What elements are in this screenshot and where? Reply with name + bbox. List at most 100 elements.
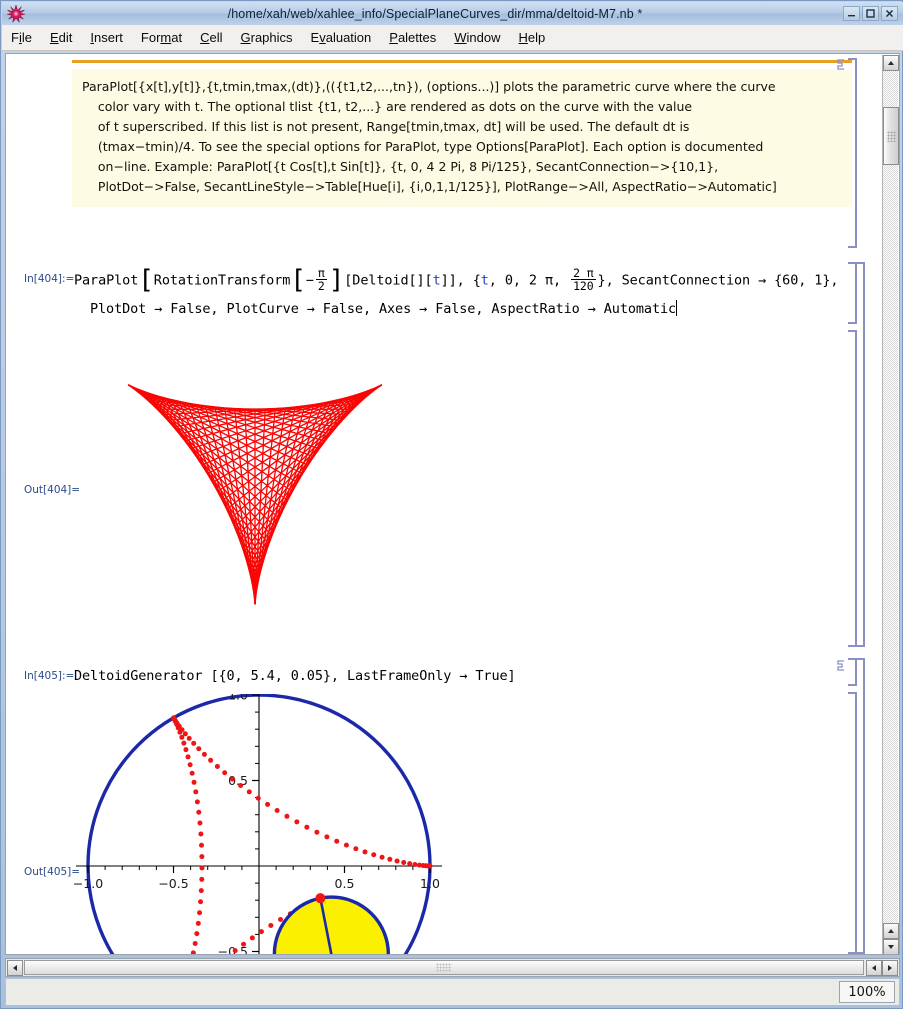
usage-cell-text: ParaPlot[{x[t],y[t]},{t,tmin,tmax,(dt)},… — [82, 79, 777, 194]
cell-bracket-405-marker — [837, 658, 845, 671]
menu-insert[interactable]: Insert — [81, 27, 132, 48]
cell-bracket-group-404[interactable] — [856, 262, 865, 647]
status-bar: 100% — [5, 979, 900, 1006]
svg-text:1.0: 1.0 — [228, 694, 248, 703]
input-cell-405[interactable]: DeltoidGenerator [{0, 5.4, 0.05}, LastFr… — [74, 666, 516, 686]
scroll-down-button[interactable] — [883, 939, 899, 954]
cell-bracket-in-404[interactable] — [848, 262, 857, 324]
scrollbar-grip-icon — [886, 130, 896, 142]
menu-format-acc: m — [160, 30, 172, 45]
menu-help-post: elp — [527, 30, 546, 45]
code-var-t-2: t — [480, 272, 489, 289]
svg-text:−1.0: −1.0 — [74, 876, 103, 891]
menu-file-post: le — [21, 30, 32, 45]
deltoid-envelope-graphic[interactable] — [70, 332, 440, 647]
close-bracket-2: ] — [328, 264, 345, 295]
scroll-up-button[interactable] — [883, 55, 899, 71]
menu-cell[interactable]: Cell — [191, 27, 231, 48]
cell-bracket-usage[interactable] — [848, 58, 857, 248]
fraction-pi-over-2: π2 — [315, 267, 327, 293]
menu-evaluation-post: aluation — [325, 30, 372, 45]
menu-file[interactable]: File — [2, 27, 41, 48]
menu-format-pre: For — [140, 30, 161, 45]
fraction-2pi-over-120: 2 π 120 — [571, 267, 596, 293]
code-options-line: PlotDot → False, PlotCurve → False, Axes… — [90, 301, 677, 317]
hscrollbar-grip-icon — [436, 963, 452, 972]
window-title: /home/xah/web/xahlee_info/SpecialPlaneCu… — [227, 6, 643, 21]
notebook-window: /home/xah/web/xahlee_info/SpecialPlaneCu… — [0, 0, 903, 1009]
menu-evaluation-pre: E — [310, 30, 320, 45]
scroll-up-button-bottom[interactable] — [883, 923, 899, 939]
in-label-405: In[405]:= — [24, 670, 75, 682]
menu-edit-post: dit — [58, 30, 73, 45]
usage-cell[interactable]: ParaPlot[{x[t],y[t]},{t,tmin,tmax,(dt)},… — [72, 60, 852, 207]
menu-edit[interactable]: Edit — [41, 27, 81, 48]
title-bar: /home/xah/web/xahlee_info/SpecialPlaneCu… — [2, 2, 903, 25]
code-deltoid-call: [Deltoid[][ — [344, 272, 433, 289]
menu-format[interactable]: Format — [132, 27, 191, 48]
cell-bracket-in-405[interactable] — [848, 658, 857, 686]
input-cell-404[interactable]: ParaPlot[RotationTransform[− π 2][Deltoid[… — [74, 264, 839, 319]
open-bracket-1: [ — [138, 264, 154, 295]
in-label-404: In[404]:= — [24, 273, 75, 285]
notebook-content[interactable]: ParaPlot[{x[t],y[t]},{t,tmin,tmax,(dt)},… — [6, 54, 883, 954]
menu-window[interactable]: Window — [445, 27, 509, 48]
cell-bracket-out-405[interactable] — [848, 692, 857, 954]
vertical-scrollbar[interactable] — [882, 55, 899, 954]
text-cursor — [676, 300, 678, 316]
menu-cell-post: ell — [209, 30, 223, 45]
menu-edit-acc: E — [49, 30, 59, 45]
input-cell-404-line2-wrap: PlotDot → False, PlotCurve → False, Axes… — [90, 299, 838, 319]
fraction-denominator-2: 2 — [317, 279, 325, 293]
menu-window-post: indow — [466, 30, 501, 45]
code-deltoidgenerator: DeltoidGenerator [{0, 5.4, 0.05}, LastFr… — [74, 668, 516, 684]
svg-text:−0.5: −0.5 — [158, 876, 188, 891]
menu-palettes[interactable]: Palettes — [380, 27, 445, 48]
code-rotationtransform: RotationTransform — [153, 272, 291, 289]
minimize-button[interactable] — [843, 6, 860, 21]
zoom-level-box[interactable]: 100% — [839, 981, 895, 1003]
cell-bracket-usage-marker — [837, 57, 845, 70]
code-after-deltoid: ]], { — [440, 272, 481, 289]
usage-cell-box: ParaPlot[{x[t],y[t]},{t,tmin,tmax,(dt)},… — [72, 69, 852, 207]
menu-help[interactable]: Help — [510, 27, 555, 48]
window-controls — [843, 6, 898, 21]
menu-insert-post: nsert — [94, 30, 123, 45]
code-secant-connection: }, SecantConnection → {60, 1}, — [597, 272, 839, 289]
fraction-denominator-120: 120 — [573, 279, 594, 293]
scroll-left-button-right[interactable] — [866, 960, 882, 976]
svg-text:0.5: 0.5 — [335, 876, 355, 891]
menu-graphics[interactable]: Graphics — [232, 27, 302, 48]
horizontal-scrollbar-thumb[interactable] — [24, 960, 864, 975]
menu-help-acc: H — [518, 30, 528, 45]
menu-graphics-acc: G — [240, 30, 251, 45]
menu-palettes-post: alettes — [397, 30, 437, 45]
usage-cell-rule — [72, 60, 852, 63]
menu-window-acc: W — [454, 30, 467, 45]
menu-bar: File Edit Insert Format Cell Graphics Ev… — [2, 25, 903, 51]
menu-palettes-acc: P — [389, 30, 398, 45]
code-paraplot: ParaPlot — [74, 272, 139, 289]
menu-file-pre: F — [11, 30, 19, 45]
cell-bracket-column — [823, 54, 865, 954]
close-button[interactable] — [881, 6, 898, 21]
horizontal-scrollbar[interactable] — [5, 958, 900, 977]
deltoid-generator-graphic[interactable]: −1.0 −0.5 0.5 1.0 1.0 0.5 −0.5 — [74, 694, 464, 954]
svg-text:1.0: 1.0 — [420, 876, 440, 891]
maximize-button[interactable] — [862, 6, 879, 21]
menu-graphics-post: raphics — [250, 30, 293, 45]
code-t-range: , 0, 2 π, — [488, 272, 570, 289]
code-var-t-1: t — [432, 272, 441, 289]
mathematica-spikey-icon — [5, 4, 27, 24]
out-label-405: Out[405]= — [24, 866, 81, 878]
notebook-frame: ParaPlot[{x[t],y[t]},{t,tmin,tmax,(dt)},… — [5, 53, 900, 955]
cell-bracket-group-405[interactable] — [856, 658, 865, 954]
code-minus-sign: − — [305, 272, 314, 289]
scroll-left-button[interactable] — [7, 960, 23, 976]
vertical-scrollbar-thumb[interactable] — [883, 107, 899, 165]
open-bracket-2: [ — [290, 264, 306, 295]
menu-evaluation[interactable]: Evaluation — [302, 27, 381, 48]
scroll-right-button[interactable] — [882, 960, 898, 976]
cell-bracket-out-404[interactable] — [848, 330, 857, 647]
menu-format-post: at — [171, 30, 183, 45]
